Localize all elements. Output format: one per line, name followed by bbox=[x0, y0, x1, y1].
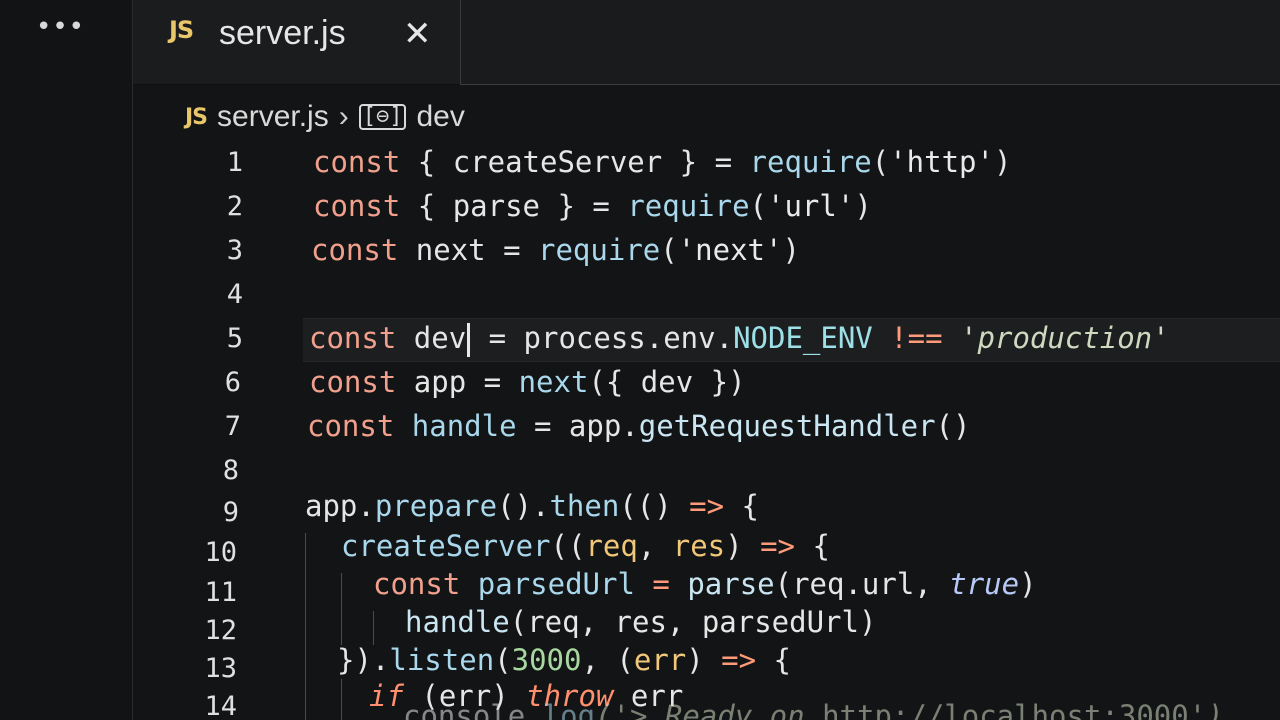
code-line: const { createServer } = require('http') bbox=[313, 145, 1012, 179]
tab-strip-empty-area bbox=[460, 0, 1280, 85]
code-line: app.prepare().then(() => { bbox=[305, 489, 759, 523]
code-line: const app = next({ dev }) bbox=[309, 365, 746, 399]
line-number: 7 bbox=[224, 411, 241, 442]
line-number: 3 bbox=[226, 235, 243, 266]
javascript-file-icon: JS bbox=[185, 104, 208, 130]
line-number: 10 bbox=[204, 537, 237, 568]
activity-bar: ••• bbox=[0, 0, 133, 720]
close-icon[interactable]: ✕ bbox=[403, 14, 432, 54]
line-number: 8 bbox=[222, 455, 239, 486]
indent-guide bbox=[305, 533, 306, 720]
line-number: 11 bbox=[204, 577, 237, 608]
code-line: const next = require('next') bbox=[311, 233, 800, 267]
variable-symbol-icon: [⊖] bbox=[358, 104, 407, 130]
line-number: 13 bbox=[204, 653, 237, 684]
more-actions-icon[interactable]: ••• bbox=[36, 12, 85, 42]
code-line: handle(req, res, parsedUrl) bbox=[405, 605, 877, 639]
code-line-active: const dev = process.env.NODE_ENV !== 'pr… bbox=[309, 321, 1170, 357]
code-editor[interactable]: JS server.js › [⊖] dev 1 2 3 4 5 6 7 8 9… bbox=[133, 85, 1280, 720]
indent-guide bbox=[373, 611, 374, 645]
javascript-file-icon: JS bbox=[169, 16, 194, 44]
line-number: 5 bbox=[226, 323, 243, 354]
code-line: createServer((req, res) => { bbox=[341, 529, 830, 563]
text-cursor bbox=[467, 323, 471, 357]
line-number: 1 bbox=[226, 147, 243, 178]
breadcrumb-symbol[interactable]: dev bbox=[416, 100, 464, 134]
indent-guide bbox=[341, 679, 342, 720]
line-number: 2 bbox=[226, 191, 243, 222]
line-number: 14 bbox=[204, 691, 237, 720]
breadcrumb-file[interactable]: server.js bbox=[217, 100, 329, 134]
code-line: const parsedUrl = parse(req.url, true) bbox=[373, 567, 1037, 601]
breadcrumb: JS server.js › [⊖] dev bbox=[185, 97, 465, 137]
line-number: 9 bbox=[222, 497, 239, 528]
tab-title: server.js bbox=[219, 14, 346, 52]
line-number: 4 bbox=[226, 279, 243, 310]
chevron-right-icon: › bbox=[338, 100, 349, 133]
line-number: 12 bbox=[204, 615, 237, 646]
line-number: 6 bbox=[224, 367, 241, 398]
tab-server-js[interactable]: JS server.js ✕ bbox=[133, 0, 460, 84]
code-line: const handle = app.getRequestHandler() bbox=[307, 409, 971, 443]
code-line: const { parse } = require('url') bbox=[313, 189, 872, 223]
code-line: }).listen(3000, (err) => { bbox=[337, 643, 792, 677]
code-line: console.log('> Ready on http://localhost… bbox=[403, 699, 1224, 720]
indent-guide bbox=[341, 573, 342, 645]
